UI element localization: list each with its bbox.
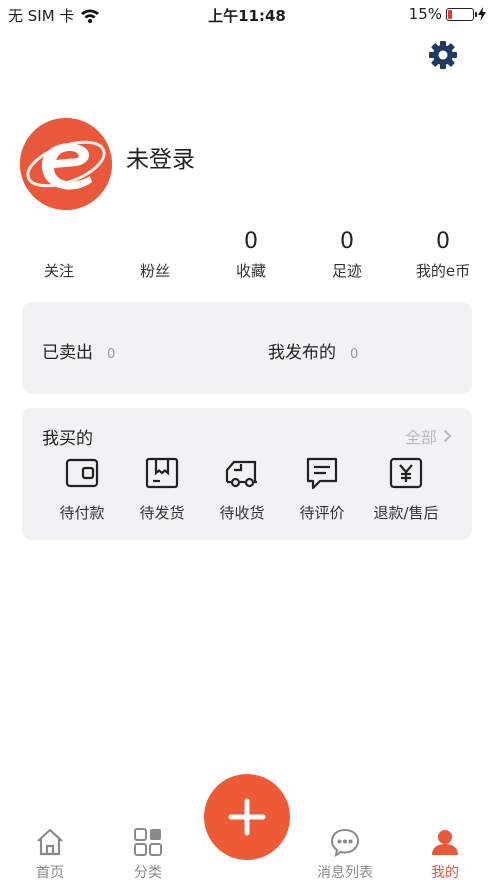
purchases-title: 我买的	[42, 429, 93, 449]
package-icon	[145, 457, 179, 489]
purchases-card: 我买的 全部 待付款 待发货 待收货 待评价 退款/售后	[22, 408, 472, 540]
order-refund[interactable]: 退款/售后	[366, 454, 446, 523]
tab-messages[interactable]: 消息列表	[310, 826, 380, 880]
username[interactable]: 未登录	[126, 140, 195, 174]
published-entry[interactable]: 我发布的 0	[268, 338, 358, 363]
order-pending-receipt[interactable]: 待收货	[202, 454, 282, 523]
tab-label: 消息列表	[317, 865, 373, 880]
sold-entry[interactable]: 已卖出 0	[42, 338, 115, 363]
refund-icon	[389, 457, 423, 489]
stat-label: 我的e币	[415, 262, 471, 280]
stat-value	[108, 228, 202, 256]
e-logo-icon	[20, 118, 112, 210]
charging-icon	[478, 7, 486, 21]
stat-history[interactable]: 0 足迹	[300, 228, 394, 281]
truck-icon	[225, 460, 257, 488]
stat-value	[12, 228, 106, 256]
gear-icon[interactable]	[428, 40, 458, 70]
sales-card: 已卖出 0 我发布的 0	[22, 302, 472, 394]
plus-icon	[228, 798, 266, 836]
profile-page: 无 SIM 卡 上午11:48 15% 未登录 关注 粉丝 0 收藏 0 足迹 …	[0, 0, 494, 880]
stat-value: 0	[340, 229, 354, 254]
order-pending-review[interactable]: 待评价	[282, 454, 362, 523]
wallet-icon	[65, 458, 99, 488]
sold-label: 已卖出	[42, 343, 93, 363]
published-label: 我发布的	[268, 343, 336, 363]
grid-icon	[134, 828, 162, 856]
stat-value: 0	[244, 229, 258, 254]
comment-icon	[306, 457, 338, 490]
publish-button[interactable]	[204, 774, 290, 860]
stat-ecoins[interactable]: 0 我的e币	[396, 228, 490, 281]
avatar[interactable]	[20, 118, 112, 210]
tab-label: 分类	[134, 865, 162, 880]
status-bar: 无 SIM 卡 上午11:48 15%	[0, 0, 494, 30]
stat-label: 粉丝	[139, 262, 170, 280]
order-pending-shipment[interactable]: 待发货	[122, 454, 202, 523]
order-label: 待付款	[59, 504, 105, 522]
home-icon	[37, 828, 63, 856]
tab-home[interactable]: 首页	[15, 826, 85, 880]
order-label: 待发货	[139, 504, 185, 522]
order-status-row: 待付款 待发货 待收货 待评价 退款/售后	[22, 454, 472, 534]
order-label: 退款/售后	[373, 504, 439, 522]
tab-mine[interactable]: 我的	[410, 826, 480, 880]
chevron-right-icon	[443, 429, 452, 443]
stats-row: 关注 粉丝 0 收藏 0 足迹 0 我的e币	[12, 228, 482, 284]
tab-label: 首页	[36, 865, 64, 880]
stat-value: 0	[436, 229, 450, 254]
stat-fans[interactable]: 粉丝	[108, 228, 202, 281]
order-label: 待收货	[219, 504, 265, 522]
battery-fill	[448, 9, 452, 19]
battery-percent: 15%	[408, 5, 442, 23]
tab-category[interactable]: 分类	[113, 826, 183, 880]
stat-favorites[interactable]: 0 收藏	[204, 228, 298, 281]
chat-icon	[330, 828, 360, 858]
view-all-label: 全部	[404, 428, 437, 447]
tab-label: 我的	[431, 865, 459, 880]
status-right: 15%	[409, 5, 486, 23]
user-icon	[432, 830, 458, 855]
order-label: 待评价	[299, 504, 345, 522]
order-pending-payment[interactable]: 待付款	[42, 454, 122, 523]
sold-count: 0	[107, 347, 116, 362]
stat-label: 关注	[43, 262, 74, 280]
stat-following[interactable]: 关注	[12, 228, 106, 281]
view-all-orders-link[interactable]: 全部	[405, 424, 452, 448]
published-count: 0	[350, 347, 359, 362]
battery-icon	[446, 7, 477, 21]
stat-label: 足迹	[331, 262, 362, 280]
stat-label: 收藏	[235, 262, 266, 280]
